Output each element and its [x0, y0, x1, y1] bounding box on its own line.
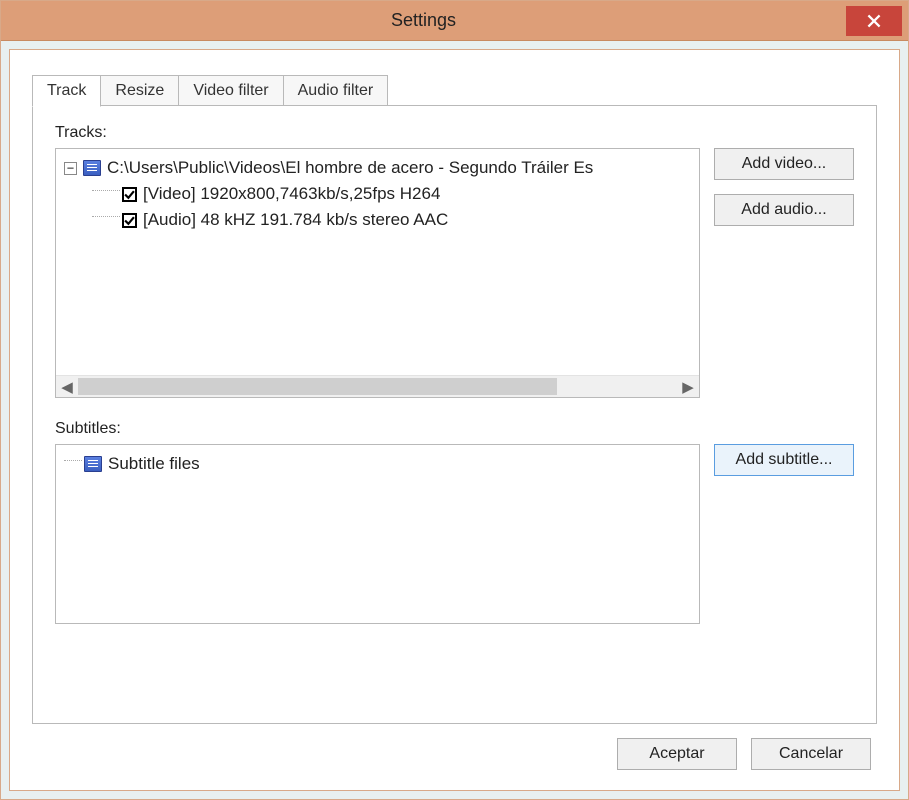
tree-child-audio[interactable]: [Audio] 48 kHZ 191.784 kb/s stereo AAC [64, 207, 695, 233]
subtitles-root-label: Subtitle files [108, 454, 200, 474]
close-icon [867, 14, 881, 28]
horizontal-scrollbar[interactable]: ◀ ▶ [56, 375, 699, 397]
add-audio-button[interactable]: Add audio... [714, 194, 854, 226]
ok-button[interactable]: Aceptar [617, 738, 737, 770]
tracks-label: Tracks: [55, 124, 854, 142]
check-icon [124, 215, 135, 226]
subtitles-root[interactable]: Subtitle files [64, 451, 695, 477]
scroll-right-icon[interactable]: ▶ [677, 376, 699, 397]
scroll-track[interactable] [78, 376, 677, 397]
tree-child-audio-label: [Audio] 48 kHZ 191.784 kb/s stereo AAC [143, 210, 448, 230]
subtitles-label: Subtitles: [55, 420, 854, 438]
tracks-buttons: Add video... Add audio... [714, 148, 854, 398]
checkbox-audio[interactable] [122, 213, 137, 228]
file-icon [83, 160, 101, 176]
file-icon [84, 456, 102, 472]
subtitles-buttons: Add subtitle... [714, 444, 854, 624]
tree-root[interactable]: − C:\Users\Public\Videos\El hombre de ac… [64, 155, 695, 181]
titlebar: Settings [1, 1, 908, 41]
check-icon [124, 189, 135, 200]
expander-icon[interactable]: − [64, 162, 77, 175]
dialog-footer: Aceptar Cancelar [32, 724, 877, 772]
tree-child-video-label: [Video] 1920x800,7463kb/s,25fps H264 [143, 184, 440, 204]
tree-root-label: C:\Users\Public\Videos\El hombre de acer… [107, 158, 593, 178]
subtitles-tree[interactable]: Subtitle files [55, 444, 700, 624]
tab-track[interactable]: Track [32, 75, 101, 107]
add-subtitle-button[interactable]: Add subtitle... [714, 444, 854, 476]
tab-video-filter[interactable]: Video filter [178, 75, 283, 106]
window-title: Settings [1, 10, 846, 31]
subtitles-row: Subtitle files Add subtitle... [55, 444, 854, 624]
tracks-row: − C:\Users\Public\Videos\El hombre de ac… [55, 148, 854, 398]
tabstrip: Track Resize Video filter Audio filter [32, 72, 877, 106]
tab-audio-filter[interactable]: Audio filter [283, 75, 389, 106]
tree-child-video[interactable]: [Video] 1920x800,7463kb/s,25fps H264 [64, 181, 695, 207]
cancel-button[interactable]: Cancelar [751, 738, 871, 770]
tree-connector-icon [92, 216, 120, 217]
scroll-thumb[interactable] [78, 378, 557, 395]
add-video-button[interactable]: Add video... [714, 148, 854, 180]
settings-window: Settings Track Resize Video filter Audio… [0, 0, 909, 800]
tracks-tree[interactable]: − C:\Users\Public\Videos\El hombre de ac… [55, 148, 700, 398]
tree-connector-icon [64, 460, 82, 461]
checkbox-video[interactable] [122, 187, 137, 202]
tabpage-track: Tracks: − C:\Users\Public\Videos\El homb… [32, 105, 877, 724]
tree-connector-icon [92, 190, 120, 191]
tab-resize[interactable]: Resize [100, 75, 179, 106]
close-button[interactable] [846, 6, 902, 36]
tracks-tree-content: − C:\Users\Public\Videos\El hombre de ac… [56, 149, 699, 375]
client-area: Track Resize Video filter Audio filter T… [9, 49, 900, 791]
scroll-left-icon[interactable]: ◀ [56, 376, 78, 397]
